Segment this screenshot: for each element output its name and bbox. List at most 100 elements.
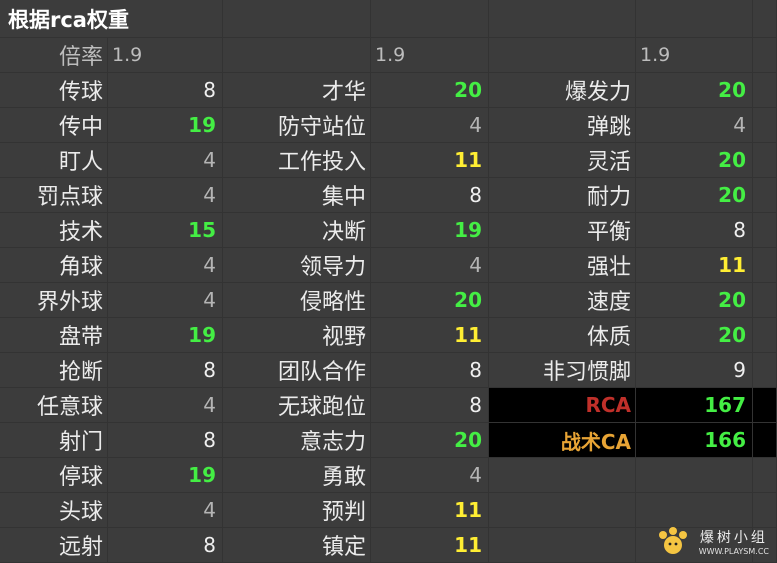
- attribute-value: 8: [108, 353, 223, 388]
- empty-cell: [753, 73, 777, 108]
- attribute-value: 8: [371, 353, 489, 388]
- empty-cell: [753, 213, 777, 248]
- attribute-label: 才华: [223, 73, 371, 108]
- attribute-value: 4: [371, 458, 489, 493]
- attribute-label: 耐力: [489, 178, 636, 213]
- empty-cell: [753, 178, 777, 213]
- page-title: 根据rca权重: [0, 0, 223, 38]
- empty-cell: [636, 458, 753, 493]
- attribute-label: 灵活: [489, 143, 636, 178]
- attribute-value: 19: [108, 318, 223, 353]
- attribute-value: 4: [108, 283, 223, 318]
- attribute-value: 4: [371, 248, 489, 283]
- attribute-label: 头球: [0, 493, 108, 528]
- attribute-value: 8: [108, 73, 223, 108]
- attribute-label: 弹跳: [489, 108, 636, 143]
- attribute-value: 11: [371, 143, 489, 178]
- attribute-label: 任意球: [0, 388, 108, 423]
- attribute-label: 侵略性: [223, 283, 371, 318]
- attribute-label: 盘带: [0, 318, 108, 353]
- multiplier-value-physical: 1.9: [636, 38, 753, 73]
- empty-cell: [753, 388, 777, 423]
- multiplier-value-mental: 1.9: [371, 38, 489, 73]
- attribute-label: 镇定: [223, 528, 371, 563]
- empty-cell: [223, 38, 371, 73]
- attribute-label: 平衡: [489, 213, 636, 248]
- attribute-label: 射门: [0, 423, 108, 458]
- attribute-value: 4: [108, 493, 223, 528]
- attribute-value: 20: [636, 143, 753, 178]
- attribute-value: 4: [108, 248, 223, 283]
- attribute-value: 9: [636, 353, 753, 388]
- attribute-label: 强壮: [489, 248, 636, 283]
- attribute-label: 决断: [223, 213, 371, 248]
- watermark: 爆树小组 WWW.PLAYSM.CC: [653, 525, 769, 557]
- tactical-ca-value: 166: [636, 423, 753, 458]
- empty-cell: [753, 318, 777, 353]
- empty-cell: [753, 283, 777, 318]
- attribute-value: 19: [108, 108, 223, 143]
- multiplier-value-technical: 1.9: [108, 38, 223, 73]
- attribute-value: 15: [108, 213, 223, 248]
- attribute-value: 4: [108, 143, 223, 178]
- attribute-value: 8: [108, 528, 223, 563]
- attribute-label: 团队合作: [223, 353, 371, 388]
- empty-cell: [753, 458, 777, 493]
- empty-cell: [753, 493, 777, 528]
- attribute-label: 集中: [223, 178, 371, 213]
- empty-cell: [489, 0, 636, 38]
- attribute-label: 界外球: [0, 283, 108, 318]
- attribute-value: 8: [636, 213, 753, 248]
- attribute-value: 4: [371, 108, 489, 143]
- attribute-value: 20: [371, 73, 489, 108]
- attribute-value: 20: [636, 318, 753, 353]
- attribute-label: 速度: [489, 283, 636, 318]
- attribute-label: 盯人: [0, 143, 108, 178]
- attribute-label: 传中: [0, 108, 108, 143]
- rca-label: RCA: [489, 388, 636, 423]
- attribute-value: 4: [108, 388, 223, 423]
- attribute-value: 11: [371, 528, 489, 563]
- attribute-value: 19: [371, 213, 489, 248]
- attribute-value: 8: [371, 178, 489, 213]
- empty-cell: [223, 0, 371, 38]
- attribute-label: 防守站位: [223, 108, 371, 143]
- pawprint-logo-icon: [658, 527, 687, 554]
- empty-cell: [753, 423, 777, 458]
- empty-cell: [489, 458, 636, 493]
- attribute-label: 技术: [0, 213, 108, 248]
- attribute-value: 4: [108, 178, 223, 213]
- watermark-url: WWW.PLAYSM.CC: [698, 546, 769, 556]
- empty-cell: [489, 38, 636, 73]
- attribute-label: 勇敢: [223, 458, 371, 493]
- empty-cell: [753, 108, 777, 143]
- empty-cell: [753, 0, 777, 38]
- attribute-label: 领导力: [223, 248, 371, 283]
- attribute-label: 传球: [0, 73, 108, 108]
- attribute-table: 根据rca权重 倍率 1.9 1.9 1.9 传球 8 才华 20 爆发力 20 传中 19 防…: [0, 0, 777, 563]
- empty-cell: [371, 0, 489, 38]
- rca-value: 167: [636, 388, 753, 423]
- attribute-label: 意志力: [223, 423, 371, 458]
- multiplier-label: 倍率: [0, 38, 108, 73]
- attribute-value: 20: [636, 73, 753, 108]
- empty-cell: [636, 0, 753, 38]
- empty-cell: [753, 248, 777, 283]
- attribute-value: 8: [108, 423, 223, 458]
- attribute-value: 11: [371, 493, 489, 528]
- attribute-value: 20: [371, 283, 489, 318]
- empty-cell: [489, 493, 636, 528]
- attribute-label: 体质: [489, 318, 636, 353]
- watermark-name: 爆树小组: [699, 529, 768, 546]
- attribute-label: 角球: [0, 248, 108, 283]
- attribute-label: 远射: [0, 528, 108, 563]
- empty-cell: [753, 38, 777, 73]
- attribute-label: 视野: [223, 318, 371, 353]
- attribute-label: 预判: [223, 493, 371, 528]
- tactical-ca-label: 战术CA: [489, 423, 636, 458]
- attribute-value: 19: [108, 458, 223, 493]
- attribute-label: 爆发力: [489, 73, 636, 108]
- attribute-label: 工作投入: [223, 143, 371, 178]
- empty-cell: [489, 528, 636, 563]
- attribute-value: 11: [636, 248, 753, 283]
